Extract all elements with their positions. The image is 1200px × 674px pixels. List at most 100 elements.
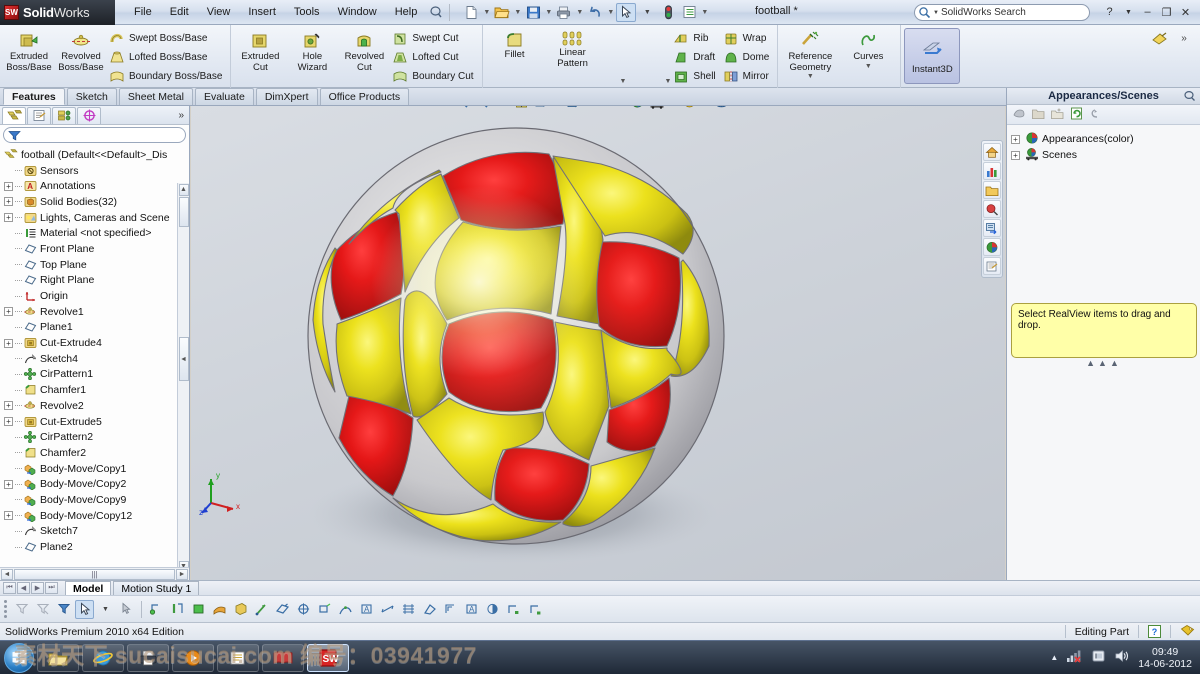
plane-filter-icon[interactable] xyxy=(273,600,292,619)
view-orientation-icon[interactable] xyxy=(533,106,550,110)
toggle-selection-filter-icon[interactable] xyxy=(117,600,136,619)
filter-edges-icon[interactable] xyxy=(33,600,52,619)
scroll-thumb-top[interactable] xyxy=(178,197,189,227)
configuration-manager-tab[interactable] xyxy=(52,106,76,124)
menu-item-insert[interactable]: Insert xyxy=(239,3,285,21)
curves-caret[interactable]: ▼ xyxy=(865,63,872,70)
print-document-caret[interactable]: ▼ xyxy=(575,3,584,22)
graphics-viewport[interactable]: ▼ ▼ ▼ ▼ ▼ – ❐ xyxy=(191,106,1005,580)
appearances-tree[interactable]: + Appearances(color) + Scenes xyxy=(1007,125,1200,169)
document-tab-bar[interactable]: ⏮ ◀ ▶ ⏭ Model Motion Study 1 xyxy=(0,580,1200,595)
point-icon[interactable] xyxy=(147,600,166,619)
dimension-filter-icon[interactable] xyxy=(378,600,397,619)
menu-item-tools[interactable]: Tools xyxy=(285,3,329,21)
hscroll-thumb[interactable]: ||| xyxy=(14,568,175,580)
display-style-icon[interactable] xyxy=(565,106,582,110)
help-button[interactable]: ? xyxy=(1101,3,1118,21)
component-icon[interactable] xyxy=(441,600,460,619)
custom-props-icon[interactable] xyxy=(983,257,1001,275)
zoom-to-area-icon[interactable] xyxy=(473,106,490,110)
toolbar-grip[interactable] xyxy=(4,600,7,618)
hole-callout-icon[interactable] xyxy=(504,600,523,619)
show-hidden-icons[interactable]: ▲ xyxy=(1050,653,1058,662)
feature-tree-item[interactable]: Right Plane xyxy=(0,273,189,289)
up-level-icon[interactable] xyxy=(1088,107,1101,123)
expand-icon[interactable]: + xyxy=(4,197,13,207)
feature-tree-item[interactable]: + Cut-Extrude4 xyxy=(0,335,189,351)
taskbar-clock[interactable]: 09:49 14-06-2012 xyxy=(1138,646,1192,670)
linear-pattern-button[interactable]: Linear Pattern xyxy=(544,27,602,69)
feature-tree-hscrollbar[interactable]: ◄ ||| ► xyxy=(0,567,189,580)
open-document-icon[interactable] xyxy=(492,3,512,22)
search-dropdown-caret[interactable]: ▼ xyxy=(933,10,939,16)
select-tool-caret[interactable]: ▼ xyxy=(637,3,657,22)
media-player-task[interactable] xyxy=(172,643,214,672)
expand-icon[interactable]: + xyxy=(4,181,13,191)
football-model[interactable] xyxy=(301,124,751,574)
filter-vertices-icon[interactable] xyxy=(54,600,73,619)
draft-button[interactable]: Draft xyxy=(671,48,720,67)
appearances-tree-item-0[interactable]: + Appearances(color) xyxy=(1011,131,1196,147)
axis-icon[interactable] xyxy=(252,600,271,619)
scenes-expand-icon[interactable]: + xyxy=(1011,150,1020,160)
feature-tree-item[interactable]: CirPattern1 xyxy=(0,367,189,383)
hscroll-right-arrow[interactable]: ► xyxy=(176,568,188,580)
datum-icon[interactable] xyxy=(525,600,544,619)
feature-manager-tab[interactable] xyxy=(2,106,26,124)
chart-icon[interactable] xyxy=(983,162,1001,180)
view-settings-caret[interactable]: ▼ xyxy=(701,106,710,111)
sketch-point-icon[interactable] xyxy=(294,600,313,619)
revolved-boss-base-button[interactable]: Revolved Boss/Base xyxy=(55,27,107,73)
expand-icon[interactable]: + xyxy=(4,417,13,427)
feature-tree-item[interactable]: + Revolve1 xyxy=(0,304,189,320)
feature-manager-more[interactable]: » xyxy=(178,110,189,121)
boundary-boss-base-button[interactable]: Boundary Boss/Base xyxy=(107,67,227,86)
expand-icon[interactable]: + xyxy=(4,338,13,348)
close-button[interactable]: ✕ xyxy=(1177,3,1194,21)
tab-model[interactable]: Model xyxy=(65,581,112,595)
printer-task[interactable] xyxy=(127,643,169,672)
prev-tab-button[interactable]: ◀ xyxy=(17,582,30,594)
rib-button[interactable]: Rib xyxy=(671,29,720,48)
view-orientation-caret[interactable]: ▼ xyxy=(553,106,562,111)
menu-item-help[interactable]: Help xyxy=(386,3,427,21)
boundary-cut-button[interactable]: Boundary Cut xyxy=(390,67,478,86)
appearances-tree-item-1[interactable]: + Scenes xyxy=(1011,147,1196,163)
help-badge-icon[interactable]: ? xyxy=(1148,625,1161,638)
midpoint-icon[interactable] xyxy=(336,600,355,619)
feature-tree-item[interactable]: + Lights, Cameras and Scene xyxy=(0,210,189,226)
reader-task[interactable] xyxy=(262,643,304,672)
tab-sketch[interactable]: Sketch xyxy=(66,88,117,105)
transfer-icon[interactable] xyxy=(983,219,1001,237)
save-document-caret[interactable]: ▼ xyxy=(544,3,553,22)
feature-tree-item[interactable]: Material <not specified> xyxy=(0,225,189,241)
home-icon[interactable] xyxy=(983,143,1001,161)
shell-button[interactable]: Shell xyxy=(671,67,720,86)
quick-access-toolbar[interactable]: ▼ ▼ ▼ ▼ ▼ ▼ ▼ xyxy=(461,2,709,22)
ribbon-expand-icon[interactable]: » xyxy=(1174,29,1194,48)
filter-faces-icon[interactable] xyxy=(12,600,31,619)
network-error-icon[interactable] xyxy=(1066,649,1083,666)
appearance-paint-icon[interactable] xyxy=(1150,29,1170,48)
window-controls[interactable]: ? ▼ – ❐ ✕ xyxy=(1101,3,1194,21)
feature-tree-item[interactable]: Body-Move/Copy1 xyxy=(0,461,189,477)
appearances-globe-icon[interactable] xyxy=(983,238,1001,256)
undo-caret[interactable]: ▼ xyxy=(606,3,615,22)
start-button[interactable] xyxy=(4,642,34,673)
reference-geometry-caret[interactable]: ▼ xyxy=(807,73,814,80)
expand-icon[interactable]: + xyxy=(4,511,13,521)
last-tab-button[interactable]: ⏭ xyxy=(45,582,58,594)
feature-tree-root[interactable]: football (Default<<Default>_Dis xyxy=(0,147,189,163)
line-icon[interactable] xyxy=(168,600,187,619)
feature-icon[interactable] xyxy=(420,600,439,619)
speaker-icon[interactable] xyxy=(1114,649,1130,666)
solidworks-task[interactable]: SW xyxy=(307,643,349,672)
edit-appearance-icon[interactable] xyxy=(629,106,646,110)
annotation-filter-icon[interactable]: A xyxy=(462,600,481,619)
options-icon[interactable] xyxy=(679,3,699,22)
tab-evaluate[interactable]: Evaluate xyxy=(194,88,254,105)
view-settings-icon[interactable] xyxy=(681,106,698,110)
select-arrow-icon[interactable] xyxy=(75,599,94,619)
scroll-up-arrow[interactable]: ▲ xyxy=(178,184,189,196)
revolved-cut-button[interactable]: Revolved Cut xyxy=(338,27,390,73)
